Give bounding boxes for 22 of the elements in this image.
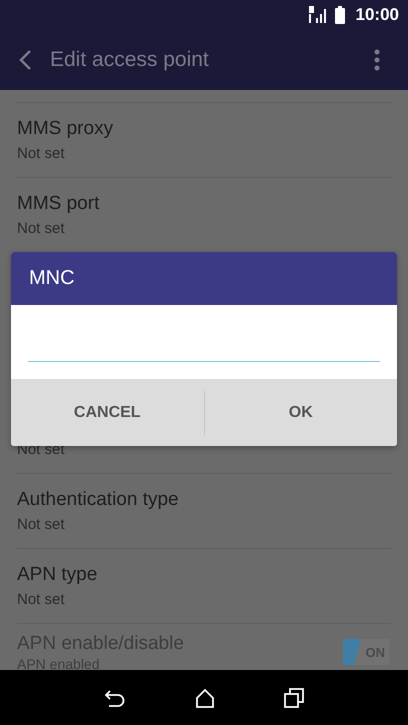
dialog-button[interactable]: CANCEL <box>11 379 204 446</box>
signal-icon <box>308 6 328 24</box>
back-button[interactable] <box>18 49 32 71</box>
more-icon <box>374 49 380 71</box>
setting-title: MMS port <box>17 192 100 216</box>
setting-title: APN type <box>17 563 98 587</box>
recents-icon[interactable] <box>284 688 304 708</box>
setting-summary: Not set <box>17 219 66 239</box>
setting-summary: Not set <box>17 144 66 164</box>
screen-title: Edit access point <box>50 48 210 72</box>
more-button[interactable] <box>374 49 380 71</box>
home-icon[interactable] <box>194 688 215 708</box>
back-icon <box>18 49 32 71</box>
dialog-title: MNC <box>11 252 397 305</box>
setting-title: MMS proxy <box>17 117 114 141</box>
status-time: 10:00 <box>356 5 399 25</box>
back-nav-icon[interactable] <box>104 688 126 706</box>
setting-summary: Not set <box>17 590 66 610</box>
battery-icon <box>334 6 346 24</box>
dialog-button[interactable]: OK <box>204 379 397 446</box>
setting-title: Authentication type <box>17 488 180 512</box>
setting-summary: Not set <box>17 515 66 535</box>
